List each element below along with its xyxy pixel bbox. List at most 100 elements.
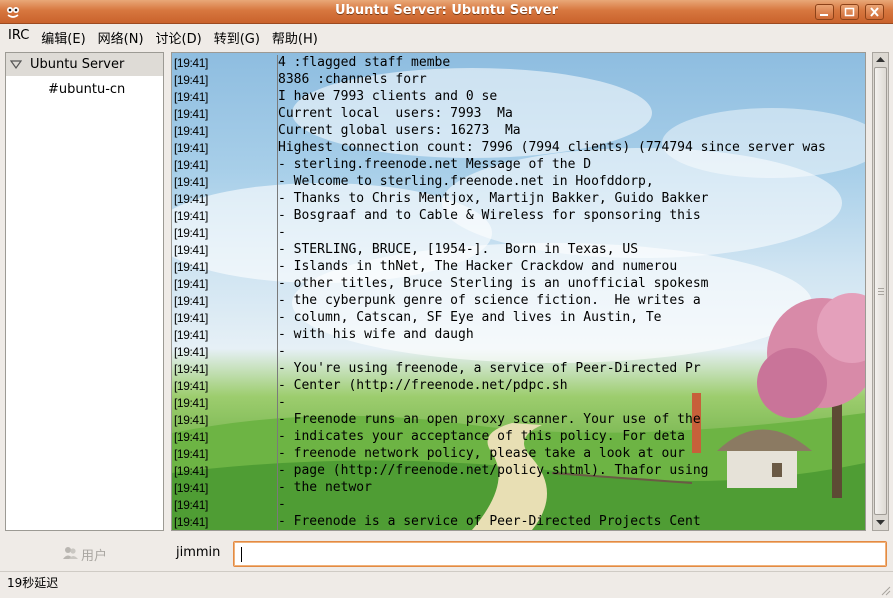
message-text: - [278, 344, 286, 359]
message-text: - [278, 225, 286, 240]
chat-line: [19:41] Highest connection count: 7996 (7… [172, 140, 865, 157]
chat-line: [19:41] - [172, 225, 865, 242]
maximize-icon [844, 7, 855, 17]
minimize-button[interactable] [815, 4, 834, 20]
message-text: - page (http://freenode.net/policy.shtml… [278, 463, 709, 478]
message-text: Highest connection count: 7996 (7994 cli… [278, 140, 826, 155]
tree-item-channel[interactable]: #ubuntu-cn [48, 82, 125, 97]
users-icon [63, 547, 78, 559]
message-text: - Thanks to Chris Mentjox, Martijn Bakke… [278, 191, 709, 206]
timestamp: [19:41] [174, 73, 208, 87]
menu-irc[interactable]: IRC [0, 24, 35, 48]
chat-line: [19:41] - [172, 395, 865, 412]
timestamp: [19:41] [174, 328, 208, 342]
chat-line: [19:41] - the cyberpunk genre of science … [172, 293, 865, 310]
text-caret [241, 547, 242, 562]
chat-line: [19:41] - freenode network policy, please… [172, 446, 865, 463]
menu-discussion[interactable]: 讨论(D) [150, 24, 208, 48]
message-text: - Freenode runs an open proxy scanner. Y… [278, 412, 701, 427]
close-button[interactable] [865, 4, 884, 20]
message-text: Current local users: 7993 Ma [278, 106, 513, 121]
message-list: [19:41] 4 :flagged staff membe [19:41] 8386… [172, 55, 865, 530]
chat-line: [19:41] - Welcome to sterling.freenode.ne… [172, 174, 865, 191]
timestamp: [19:41] [174, 90, 208, 104]
timestamp: [19:41] [174, 430, 208, 444]
expander-down-icon[interactable] [10, 60, 22, 70]
timestamp: [19:41] [174, 464, 208, 478]
user-list-button[interactable]: 用户 [52, 544, 122, 564]
menu-network[interactable]: 网络(N) [92, 24, 150, 48]
timestamp: [19:41] [174, 175, 208, 189]
user-button-label: 用户 [81, 549, 108, 564]
timestamp: [19:41] [174, 362, 208, 376]
chat-line: [19:41] - Freenode is a service of Peer-D… [172, 514, 865, 530]
timestamp: [19:41] [174, 124, 208, 138]
nickname-button[interactable]: jimmin [176, 545, 220, 560]
maximize-button[interactable] [840, 4, 859, 20]
message-text: - [278, 395, 286, 410]
timestamp: [19:41] [174, 192, 208, 206]
server-label: Ubuntu Server [30, 57, 125, 72]
message-text: - the cyberpunk genre of science fiction… [278, 293, 701, 308]
timestamp: [19:41] [174, 396, 208, 410]
timestamp: [19:41] [174, 243, 208, 257]
chat-line: [19:41] - [172, 497, 865, 514]
message-text: - indicates your acceptance of this poli… [278, 429, 685, 444]
minimize-icon [820, 14, 828, 16]
message-text: - STERLING, BRUCE, [1954-]. Born in Texa… [278, 242, 639, 257]
menu-bar: IRC 编辑(E) 网络(N) 讨论(D) 转到(G) 帮助(H) [0, 24, 893, 48]
scroll-down-icon[interactable] [873, 516, 888, 530]
resize-grip-icon[interactable] [879, 584, 891, 596]
message-text: - with his wife and daugh [278, 327, 474, 342]
timestamp: [19:41] [174, 311, 208, 325]
message-text: - Bosgraaf and to Cable & Wireless for s… [278, 208, 701, 223]
message-text: - Freenode is a service of Peer-Directed… [278, 514, 701, 529]
chat-scrollbar[interactable] [872, 52, 889, 531]
timestamp: [19:41] [174, 158, 208, 172]
chat-line: [19:41] Current global users: 16273 Ma [172, 123, 865, 140]
chat-line: [19:41] - Thanks to Chris Mentjox, Martij… [172, 191, 865, 208]
lag-status: 19秒延迟 [7, 576, 59, 590]
chat-line: [19:41] - indicates your acceptance of th… [172, 429, 865, 446]
window-title: Ubuntu Server: Ubuntu Server [334, 3, 559, 18]
close-icon [870, 7, 879, 17]
chat-line: [19:41] - other titles, Bruce Sterling is… [172, 276, 865, 293]
menu-goto[interactable]: 转到(G) [208, 24, 266, 48]
message-text: - You're using freenode, a service of Pe… [278, 361, 701, 376]
message-text: Current global users: 16273 Ma [278, 123, 521, 138]
timestamp: [19:41] [174, 379, 208, 393]
scroll-up-icon[interactable] [873, 53, 888, 67]
message-text: - Center (http://freenode.net/pdpc.sh [278, 378, 568, 393]
status-bar: 19秒延迟 [0, 571, 893, 598]
chat-line: [19:41] - Center (http://freenode.net/pdp… [172, 378, 865, 395]
server-tree: Ubuntu Server #ubuntu-cn [5, 52, 164, 531]
timestamp: [19:41] [174, 498, 208, 512]
chat-line: [19:41] 8386 :channels forr [172, 72, 865, 89]
chat-line: [19:41] - You're using freenode, a servic… [172, 361, 865, 378]
chat-line: [19:41] - Islands in thNet, The Hacker Cr… [172, 259, 865, 276]
timestamp: [19:41] [174, 294, 208, 308]
menu-help[interactable]: 帮助(H) [266, 24, 324, 48]
timestamp: [19:41] [174, 345, 208, 359]
chat-view[interactable]: [19:41] 4 :flagged staff membe [19:41] 8386… [171, 52, 866, 531]
chat-line: [19:41] - Freenode runs an open proxy sca… [172, 412, 865, 429]
title-bar: Ubuntu Server: Ubuntu Server [0, 0, 893, 24]
chat-line: [19:41] Current local users: 7993 Ma [172, 106, 865, 123]
message-text: 4 :flagged staff membe [278, 55, 451, 70]
chat-line: [19:41] - with his wife and daugh [172, 327, 865, 344]
message-text: - [278, 497, 286, 512]
chat-line: [19:41] 4 :flagged staff membe [172, 55, 865, 72]
timestamp: [19:41] [174, 107, 208, 121]
message-input[interactable] [233, 541, 887, 567]
message-text: - Islands in thNet, The Hacker Crackdow … [278, 259, 678, 274]
message-text: - sterling.freenode.net Message of the D [278, 157, 592, 172]
timestamp: [19:41] [174, 56, 208, 70]
chat-line: [19:41] - STERLING, BRUCE, [1954-]. Born … [172, 242, 865, 259]
chat-line: [19:41] - the networ [172, 480, 865, 497]
menu-edit[interactable]: 编辑(E) [35, 24, 91, 48]
scroll-thumb[interactable] [874, 67, 887, 515]
chat-line: [19:41] I have 7993 clients and 0 se [172, 89, 865, 106]
timestamp: [19:41] [174, 447, 208, 461]
message-text: 8386 :channels forr [278, 72, 427, 87]
tree-item-server[interactable]: Ubuntu Server [6, 53, 163, 76]
